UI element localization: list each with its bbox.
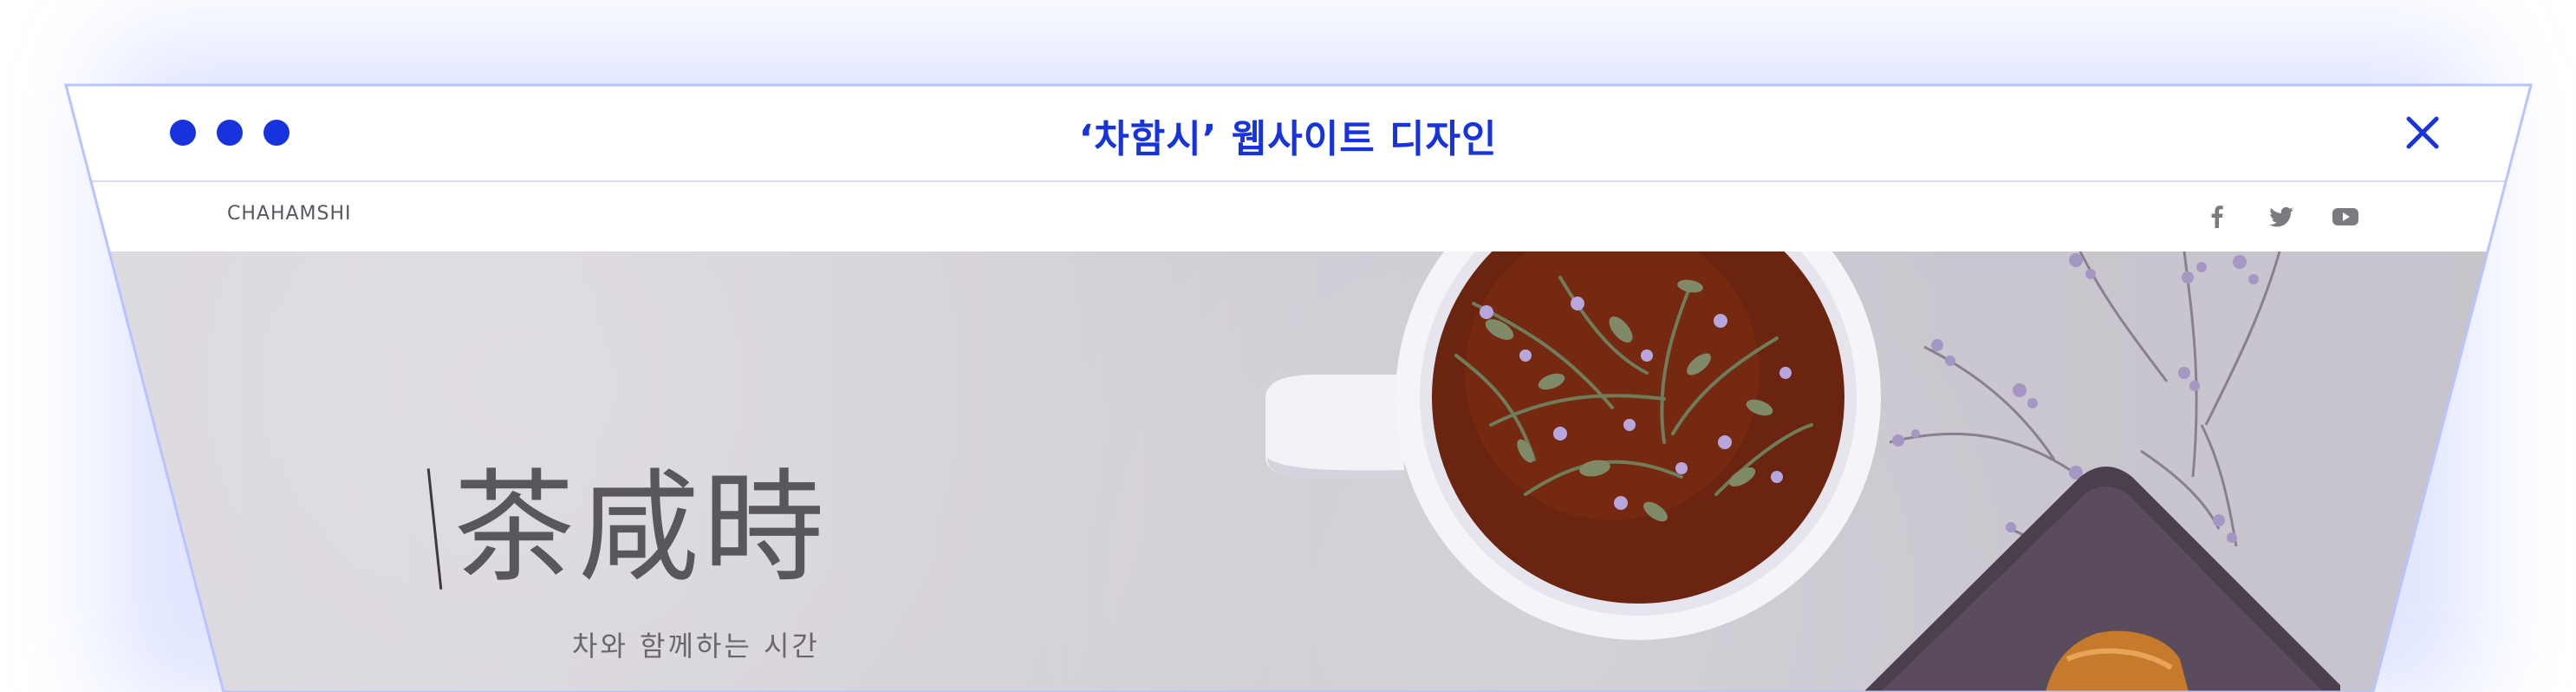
hero-heading: 茶咸時	[426, 458, 829, 599]
close-button[interactable]	[2401, 111, 2444, 154]
hero-title: 茶咸時	[453, 458, 829, 599]
stage: ‘차함시’ 웹사이트 디자인 CHAHAMSHI 茶咸時 차와 함께하는 시간	[0, 0, 2576, 692]
hero-photo	[1265, 251, 2340, 692]
window-title: ‘차함시’ 웹사이트 디자인	[1078, 117, 1498, 161]
browser-window: ‘차함시’ 웹사이트 디자인 CHAHAMSHI 茶咸時 차와 함께하는 시간	[66, 85, 2531, 692]
dessert-tray	[1864, 467, 2340, 692]
twitter-icon[interactable]	[2266, 201, 2297, 232]
window-titlebar: ‘차함시’ 웹사이트 디자인	[66, 85, 2531, 182]
tea-cup	[1265, 251, 1881, 640]
youtube-icon[interactable]	[2330, 201, 2361, 232]
site-navbar: CHAHAMSHI	[66, 182, 2531, 251]
hero-section: 茶咸時 차와 함께하는 시간	[66, 251, 2531, 692]
site-logo[interactable]: CHAHAMSHI	[227, 203, 352, 225]
hero-subtitle: 차와 함께하는 시간	[572, 630, 820, 663]
social-links	[2202, 201, 2361, 232]
close-icon	[2406, 116, 2439, 149]
facebook-icon[interactable]	[2202, 201, 2233, 232]
